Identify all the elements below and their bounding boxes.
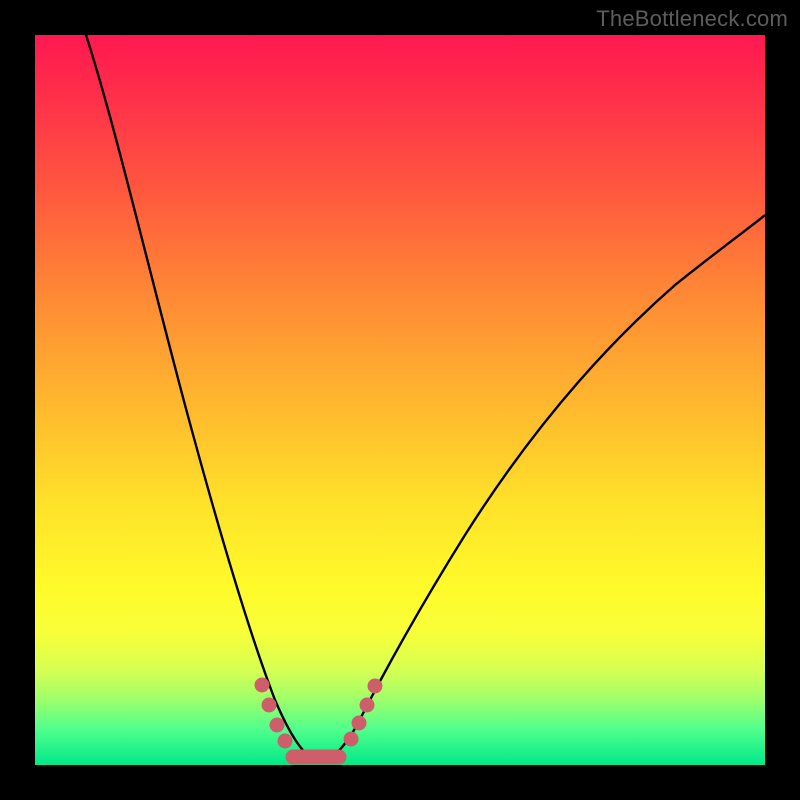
chart-frame: TheBottleneck.com — [0, 0, 800, 800]
bottleneck-curve — [86, 35, 765, 761]
plot-area — [35, 35, 765, 765]
curve-layer — [35, 35, 765, 765]
trough-markers — [256, 679, 381, 763]
watermark-text: TheBottleneck.com — [596, 6, 788, 32]
